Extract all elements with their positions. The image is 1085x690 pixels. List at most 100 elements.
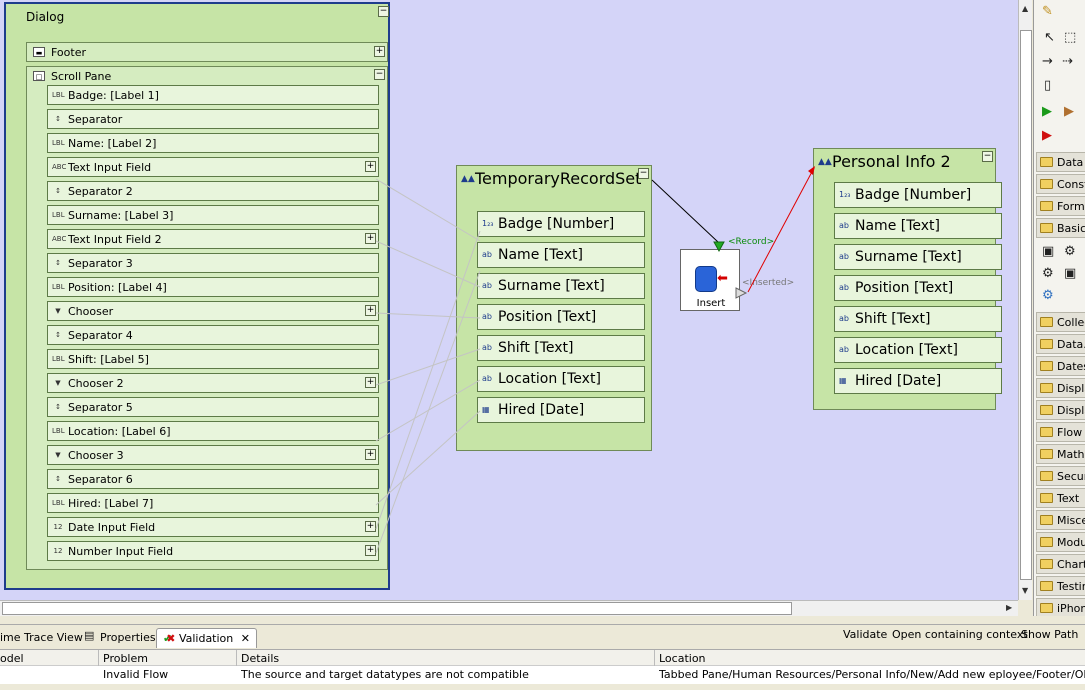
palette-drawer[interactable]: Data .	[1036, 152, 1085, 172]
column-divider[interactable]	[654, 650, 655, 667]
vertical-scroll-thumb[interactable]	[1020, 30, 1032, 580]
palette-drawer[interactable]: Dates	[1036, 356, 1085, 376]
palette[interactable]: ✎ ↖ ⬚ → ⇢ ▯ ▶ ▶ ▶ ▣ ⚙ ⚙ ▣ ⚙ Data . Const F…	[1033, 0, 1085, 616]
personal-info-collapse-button[interactable]: −	[982, 151, 993, 162]
tab-validation[interactable]: ✔✖ Validation ✕	[156, 628, 257, 648]
palette-drawer[interactable]: Testin	[1036, 576, 1085, 596]
tab-properties[interactable]: Properties	[100, 628, 156, 648]
record-field[interactable]: ab Surname [Text]	[477, 273, 645, 299]
dialog-field[interactable]: ↕ Separator	[47, 109, 379, 129]
record-field[interactable]: ▦ Hired [Date]	[477, 397, 645, 423]
select-tool-icon[interactable]: ↖	[1044, 30, 1055, 45]
validate-button[interactable]: Validate	[843, 628, 887, 641]
expand-icon[interactable]: +	[365, 521, 376, 532]
temporary-recordset-collapse-button[interactable]: −	[638, 168, 649, 179]
dialog-field[interactable]: ABC Text Input Field +	[47, 157, 379, 177]
scroll-down-icon[interactable]: ▼	[1022, 586, 1028, 595]
temporary-recordset-node[interactable]: ▲▲ TemporaryRecordSet − 1₂₃ Badge [Number…	[456, 165, 652, 451]
show-path-button[interactable]: Show Path	[1021, 628, 1078, 641]
scroll-up-icon[interactable]: ▲	[1022, 4, 1028, 13]
palette-drawer[interactable]: Math	[1036, 444, 1085, 464]
column-header-location[interactable]: Location	[659, 652, 1079, 665]
column-divider[interactable]	[236, 650, 237, 667]
column-header-problem[interactable]: Problem	[103, 652, 233, 665]
record-field[interactable]: ab Surname [Text]	[834, 244, 1002, 270]
close-icon[interactable]: ✕	[241, 632, 250, 645]
palette-drawer[interactable]: Const	[1036, 174, 1085, 194]
table-row[interactable]: Invalid Flow The source and target datat…	[0, 666, 1085, 684]
canvas-horizontal-scrollbar[interactable]: ▶	[0, 600, 1018, 616]
dialog-field[interactable]: ↕ Separator 2	[47, 181, 379, 201]
sub-flow-icon[interactable]: ▶	[1064, 104, 1074, 119]
column-header-details[interactable]: Details	[241, 652, 651, 665]
record-field[interactable]: ab Position [Text]	[834, 275, 1002, 301]
dialog-field[interactable]: ↕ Separator 5	[47, 397, 379, 417]
record-field[interactable]: ab Location [Text]	[477, 366, 645, 392]
insert-node[interactable]: ⬅ Insert	[680, 249, 740, 311]
dialog-field[interactable]: LBL Shift: [Label 5]	[47, 349, 379, 369]
expand-icon[interactable]: +	[365, 305, 376, 316]
palette-drawer[interactable]: Securi	[1036, 466, 1085, 486]
record-field[interactable]: 1₂₃ Badge [Number]	[834, 182, 1002, 208]
record-field[interactable]: ▦ Hired [Date]	[834, 368, 1002, 394]
palette-drawer[interactable]: Miscel	[1036, 510, 1085, 530]
marquee-tool-icon[interactable]: ⬚	[1064, 30, 1076, 45]
column-divider[interactable]	[98, 650, 99, 667]
palette-drawer[interactable]: Displa	[1036, 400, 1085, 420]
connection-tool-icon[interactable]: →	[1042, 54, 1053, 69]
personal-info-node[interactable]: ▲▲ Personal Info 2 − 1₂₃ Badge [Number] ab…	[813, 148, 1002, 410]
footer-expand-button[interactable]: +	[374, 46, 385, 57]
dialog-field[interactable]: ▼ Chooser +	[47, 301, 379, 321]
palette-drawer[interactable]: Flow .	[1036, 422, 1085, 442]
palette-drawer[interactable]: Basic	[1036, 218, 1085, 238]
script-icon[interactable]: ⚙	[1042, 288, 1054, 303]
column-header-model[interactable]: odel	[0, 652, 96, 665]
dialog-field[interactable]: LBL Location: [Label 6]	[47, 421, 379, 441]
footer-row[interactable]: ▬ Footer +	[26, 42, 388, 62]
basic-widget-icon[interactable]: ▣	[1042, 244, 1054, 259]
scroll-pane-collapse-button[interactable]: −	[374, 69, 385, 80]
dialog-field[interactable]: 12 Date Input Field +	[47, 517, 379, 537]
dialog-field[interactable]: LBL Position: [Label 4]	[47, 277, 379, 297]
dialog-field[interactable]: 12 Number Input Field +	[47, 541, 379, 561]
flow-canvas[interactable]: Dialog − ▬ Footer + □ Scroll Pane − LBL B…	[0, 0, 1018, 600]
dialog-field[interactable]: ▼ Chooser 3 +	[47, 445, 379, 465]
record-field[interactable]: ab Position [Text]	[477, 304, 645, 330]
dialog-field[interactable]: ↕ Separator 6	[47, 469, 379, 489]
record-field[interactable]: ab Name [Text]	[834, 213, 1002, 239]
record-field[interactable]: 1₂₃ Badge [Number]	[477, 211, 645, 237]
gears-icon[interactable]: ⚙	[1064, 244, 1076, 259]
dialog-field[interactable]: ▼ Chooser 2 +	[47, 373, 379, 393]
scroll-pane[interactable]: □ Scroll Pane − LBL Badge: [Label 1] ↕ Sepa…	[26, 66, 388, 570]
palette-drawer[interactable]: Collec	[1036, 312, 1085, 332]
basic-widget-icon[interactable]: ▣	[1064, 266, 1076, 281]
dialog-field[interactable]: LBL Surname: [Label 3]	[47, 205, 379, 225]
palette-drawer[interactable]: Charts	[1036, 554, 1085, 574]
gears-icon[interactable]: ⚙	[1042, 266, 1054, 281]
record-field[interactable]: ab Shift [Text]	[834, 306, 1002, 332]
scroll-right-icon[interactable]: ▶	[1006, 603, 1012, 612]
dialog-field[interactable]: ABC Text Input Field 2 +	[47, 229, 379, 249]
expand-icon[interactable]: +	[365, 449, 376, 460]
start-flow-icon[interactable]: ▶	[1042, 104, 1052, 119]
dialog-field[interactable]: LBL Hired: [Label 7]	[47, 493, 379, 513]
expand-icon[interactable]: +	[365, 161, 376, 172]
open-context-button[interactable]: Open containing context	[892, 628, 1028, 641]
palette-drawer[interactable]: Displa	[1036, 378, 1085, 398]
dialog-field[interactable]: ↕ Separator 3	[47, 253, 379, 273]
palette-drawer[interactable]: Form.	[1036, 196, 1085, 216]
dialog-field[interactable]: LBL Badge: [Label 1]	[47, 85, 379, 105]
pin-icon[interactable]: ✎	[1042, 4, 1053, 19]
dialog-collapse-button[interactable]: −	[378, 6, 389, 17]
end-flow-icon[interactable]: ▶	[1042, 128, 1052, 143]
dialog-field[interactable]: ↕ Separator 4	[47, 325, 379, 345]
record-field[interactable]: ab Location [Text]	[834, 337, 1002, 363]
expand-icon[interactable]: +	[365, 377, 376, 388]
expand-icon[interactable]: +	[365, 233, 376, 244]
dialog-node[interactable]: Dialog − ▬ Footer + □ Scroll Pane − LBL B…	[4, 2, 390, 590]
dashed-connection-tool-icon[interactable]: ⇢	[1062, 54, 1073, 69]
dialog-field[interactable]: LBL Name: [Label 2]	[47, 133, 379, 153]
palette-drawer[interactable]: Text	[1036, 488, 1085, 508]
record-field[interactable]: ab Shift [Text]	[477, 335, 645, 361]
expand-icon[interactable]: +	[365, 545, 376, 556]
